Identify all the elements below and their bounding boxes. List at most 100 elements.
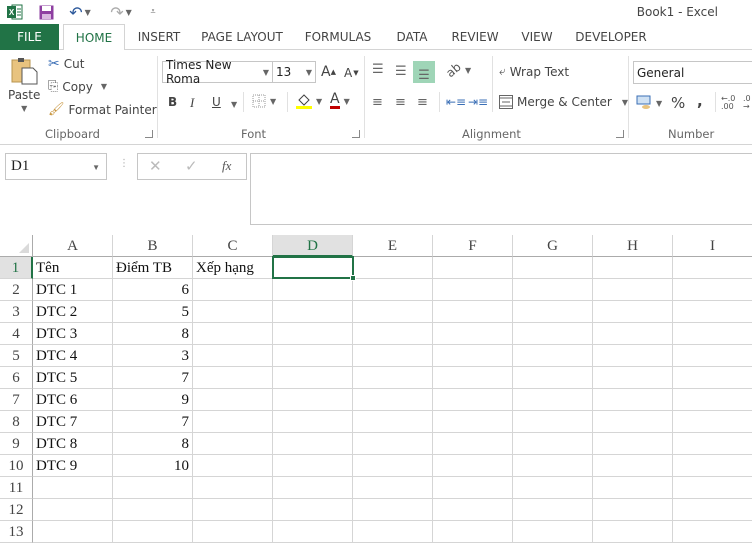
cell-h5[interactable] (593, 345, 673, 367)
cell-h9[interactable] (593, 433, 673, 455)
cell-g9[interactable] (513, 433, 593, 455)
cell-c9[interactable] (193, 433, 273, 455)
font-color-button[interactable]: A ▼ (330, 92, 350, 109)
cell-a6[interactable]: DTC 5 (33, 367, 113, 389)
merge-center-button[interactable]: Merge & Center ▼ (499, 95, 628, 109)
cell-f10[interactable] (433, 455, 513, 477)
cell-b1[interactable]: Điểm TB (113, 257, 193, 279)
cell-e2[interactable] (353, 279, 433, 301)
cell-d3[interactable] (273, 301, 353, 323)
redo-icon[interactable]: ↷ ▼ (108, 3, 134, 22)
wrap-text-button[interactable]: ⤶ Wrap Text (499, 64, 569, 79)
cell-d9[interactable] (273, 433, 353, 455)
row-header-9[interactable]: 9 (0, 433, 33, 455)
cell-i4[interactable] (673, 323, 752, 345)
cell-e6[interactable] (353, 367, 433, 389)
cell-h11[interactable] (593, 477, 673, 499)
cell-e13[interactable] (353, 521, 433, 543)
tab-insert[interactable]: INSERT (133, 24, 185, 50)
cell-g10[interactable] (513, 455, 593, 477)
cell-b5[interactable]: 3 (113, 345, 193, 367)
cell-g5[interactable] (513, 345, 593, 367)
cell-h2[interactable] (593, 279, 673, 301)
cell-f1[interactable] (433, 257, 513, 279)
formula-bar-grip-icon[interactable]: ⋮ (119, 158, 129, 169)
cell-b9[interactable]: 8 (113, 433, 193, 455)
cancel-icon[interactable]: ✕ (149, 157, 162, 175)
align-left-button[interactable]: ≡ (372, 95, 383, 110)
tab-page-layout[interactable]: PAGE LAYOUT (198, 24, 286, 50)
cell-d11[interactable] (273, 477, 353, 499)
cell-c8[interactable] (193, 411, 273, 433)
cell-g1[interactable] (513, 257, 593, 279)
cell-h8[interactable] (593, 411, 673, 433)
cell-i12[interactable] (673, 499, 752, 521)
cell-a12[interactable] (33, 499, 113, 521)
cell-b11[interactable] (113, 477, 193, 499)
cell-a10[interactable]: DTC 9 (33, 455, 113, 477)
font-size-select[interactable]: 13 ▼ (272, 61, 316, 83)
cell-d10[interactable] (273, 455, 353, 477)
row-header-10[interactable]: 10 (0, 455, 33, 477)
cell-f2[interactable] (433, 279, 513, 301)
tab-file[interactable]: FILE (0, 24, 59, 50)
fill-color-button[interactable]: ▼ (296, 93, 322, 109)
cell-a13[interactable] (33, 521, 113, 543)
cell-a11[interactable] (33, 477, 113, 499)
cell-e5[interactable] (353, 345, 433, 367)
cell-b3[interactable]: 5 (113, 301, 193, 323)
cell-h12[interactable] (593, 499, 673, 521)
cell-e7[interactable] (353, 389, 433, 411)
formula-input[interactable] (250, 153, 752, 225)
cell-a5[interactable]: DTC 4 (33, 345, 113, 367)
row-header-1[interactable]: 1 (0, 257, 33, 279)
number-format-select[interactable]: General (633, 61, 752, 84)
cell-f4[interactable] (433, 323, 513, 345)
column-header-g[interactable]: G (513, 235, 593, 257)
row-header-11[interactable]: 11 (0, 477, 33, 499)
cell-e11[interactable] (353, 477, 433, 499)
cell-c2[interactable] (193, 279, 273, 301)
align-center-button[interactable]: ≡ (395, 95, 406, 110)
decrease-indent-button[interactable]: ⇤≡ (446, 95, 466, 109)
cell-f11[interactable] (433, 477, 513, 499)
tab-home[interactable]: HOME (63, 24, 125, 51)
cell-a8[interactable]: DTC 7 (33, 411, 113, 433)
column-header-c[interactable]: C (193, 235, 273, 257)
cell-c4[interactable] (193, 323, 273, 345)
cell-i13[interactable] (673, 521, 752, 543)
top-align-button[interactable]: ☰ (372, 62, 384, 77)
align-right-button[interactable]: ≡ (417, 95, 428, 110)
cell-f12[interactable] (433, 499, 513, 521)
cell-b7[interactable]: 9 (113, 389, 193, 411)
cell-c1[interactable]: Xếp hạng (193, 257, 273, 279)
cell-d5[interactable] (273, 345, 353, 367)
cell-a4[interactable]: DTC 3 (33, 323, 113, 345)
cell-a1[interactable]: Tên (33, 257, 113, 279)
cell-g7[interactable] (513, 389, 593, 411)
borders-button[interactable]: ▼ (252, 94, 276, 108)
cell-d1[interactable] (273, 257, 353, 279)
cell-i8[interactable] (673, 411, 752, 433)
save-icon[interactable] (37, 3, 55, 21)
paste-button[interactable]: Paste ▼ (8, 56, 40, 113)
column-header-a[interactable]: A (33, 235, 113, 257)
cell-g6[interactable] (513, 367, 593, 389)
bottom-align-button[interactable]: ☰ (413, 61, 435, 83)
font-launcher-icon[interactable] (352, 130, 360, 138)
row-header-6[interactable]: 6 (0, 367, 33, 389)
row-header-2[interactable]: 2 (0, 279, 33, 301)
cell-i1[interactable] (673, 257, 752, 279)
cell-b8[interactable]: 7 (113, 411, 193, 433)
copy-button[interactable]: ⎘ Copy ▼ (48, 79, 107, 94)
italic-button[interactable]: I (190, 95, 194, 111)
font-name-select[interactable]: Times New Roma ▼ (162, 58, 273, 86)
cell-f9[interactable] (433, 433, 513, 455)
customize-qat-icon[interactable]: ⩡ (144, 3, 162, 21)
cell-a2[interactable]: DTC 1 (33, 279, 113, 301)
cell-i9[interactable] (673, 433, 752, 455)
name-box[interactable]: D1 ▼ (5, 153, 107, 180)
cell-f7[interactable] (433, 389, 513, 411)
cell-d12[interactable] (273, 499, 353, 521)
undo-icon[interactable]: ↶ ▼ (67, 3, 93, 22)
